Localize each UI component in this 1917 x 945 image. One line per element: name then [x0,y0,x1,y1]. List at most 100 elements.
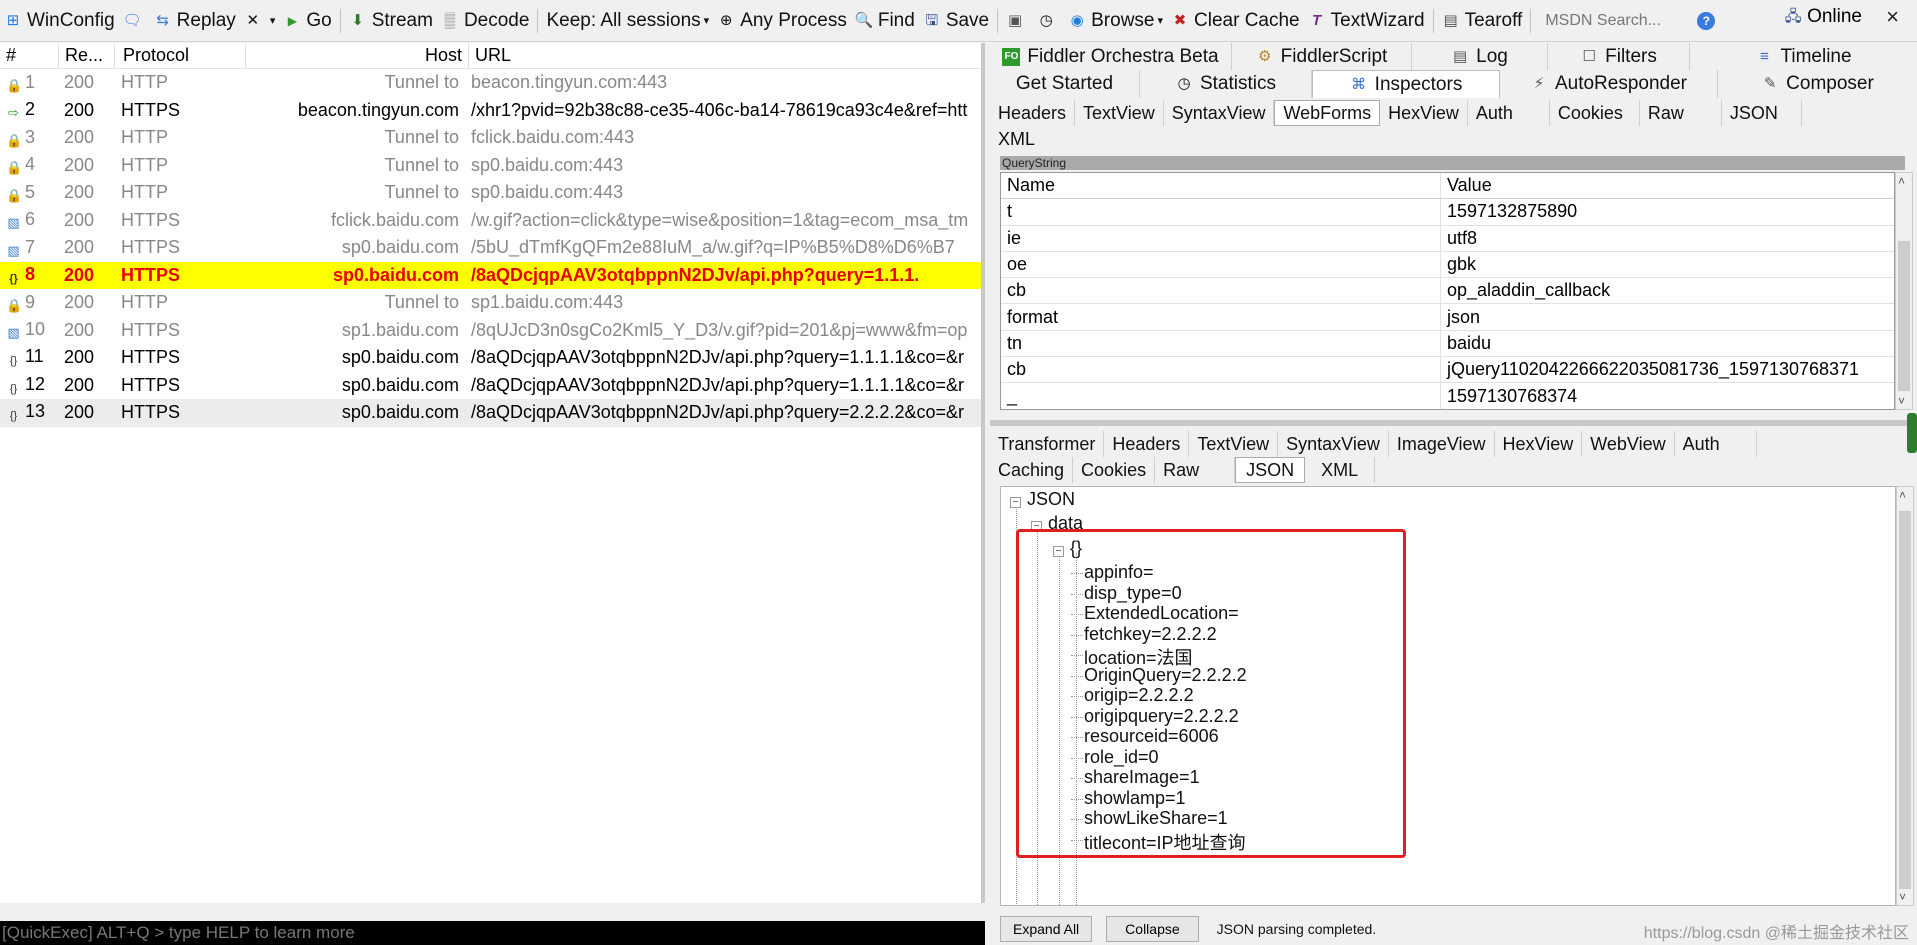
tab-fiddlerscript[interactable]: ⚙ FiddlerScript [1232,43,1412,70]
tab-autoresponder[interactable]: ⚡ AutoResponder [1500,70,1718,98]
response-tab-headers[interactable]: Headers [1104,431,1190,457]
response-tab-raw[interactable]: Raw [1155,457,1236,483]
request-tab-auth[interactable]: Auth [1468,100,1550,126]
request-tab-xml[interactable]: XML [990,126,1043,152]
session-row[interactable]: {} 13 200 HTTPS sp0.baidu.com/8aQDcjqpAAV3ot… [0,399,981,427]
querystring-row[interactable]: _ 1597130768374 [1001,383,1894,409]
splitter-grip[interactable] [1907,413,1917,453]
session-row[interactable]: ▧ 6 200 HTTPS fclick.baidu.com/w.gif?action=… [0,207,981,235]
quickexec-input[interactable]: [QuickExec] ALT+Q > type HELP to learn m… [0,921,985,945]
request-tab-json[interactable]: JSON [1722,100,1802,126]
collapse-button[interactable]: Collapse [1106,916,1199,942]
go-button[interactable]: ▶ Go [279,5,335,37]
querystring-row[interactable]: t 1597132875890 [1001,199,1894,226]
column-header-protocol[interactable]: Protocol [115,45,245,66]
querystring-row[interactable]: cb op_aladdin_callback [1001,278,1894,305]
replay-button[interactable]: ⇆ Replay [150,5,240,37]
querystring-row[interactable]: cb jQuery1102042266622035081736_159713076… [1001,357,1894,384]
winconfig-button[interactable]: ⊞ WinConfig [0,5,119,37]
column-header-host[interactable]: Host [246,45,468,66]
session-row[interactable]: {} 11 200 HTTPS sp0.baidu.com/8aQDcjqpAAV3ot… [0,344,981,372]
request-tab-hexview[interactable]: HexView [1380,100,1468,126]
tab-fiddler-orchestra[interactable]: FO Fiddler Orchestra Beta [990,43,1232,70]
request-tab-syntaxview[interactable]: SyntaxView [1164,100,1275,126]
column-header-name[interactable]: Name [1001,173,1441,199]
keep-sessions-dropdown[interactable]: Keep: All sessions ▾ [542,5,713,37]
column-header-number[interactable]: # [0,45,58,66]
column-header-result[interactable]: Re... [59,45,114,66]
response-tab-syntaxview[interactable]: SyntaxView [1278,431,1389,457]
response-tab-imageview[interactable]: ImageView [1389,431,1495,457]
decode-button[interactable]: ▒ Decode [437,5,534,37]
json-tree-scrollbar[interactable]: ˄ ˅ [1896,486,1914,906]
session-result: 200 [64,127,95,148]
session-row[interactable]: ▧ 10 200 HTTPS sp1.baidu.com/8qUJcD3n0sgCo2K… [0,317,981,345]
querystring-row[interactable]: tn baidu [1001,330,1894,358]
request-tab-webforms[interactable]: WebForms [1274,100,1381,126]
clear-cache-button[interactable]: ✖ Clear Cache [1167,5,1304,37]
querystring-row[interactable]: format json [1001,304,1894,331]
save-button[interactable]: 🖫 Save [919,5,993,37]
online-status[interactable]: 🖧 Online [1784,6,1862,28]
scrollbar-thumb[interactable] [1898,241,1910,391]
msdn-search-input[interactable]: MSDN Search... [1541,8,1691,34]
textwizard-button[interactable]: T TextWizard [1304,5,1429,37]
session-row[interactable]: {} 12 200 HTTPS sp0.baidu.com/8aQDcjqpAAV3ot… [0,372,981,400]
scroll-up-icon[interactable]: ˄ [1898,174,1905,188]
session-row[interactable]: 🔒 5 200 HTTP Tunnel to sp0.baidu.com:443 [0,179,981,207]
response-tab-json[interactable]: JSON [1235,457,1306,483]
scroll-up-icon[interactable]: ˄ [1899,488,1906,502]
timer-button[interactable]: ◷ [1033,5,1064,37]
session-row[interactable]: 🔒 9 200 HTTP Tunnel to sp1.baidu.com:443 [0,289,981,317]
tab-log[interactable]: ▤ Log [1412,43,1548,70]
help-icon[interactable]: ? [1697,11,1716,30]
tearoff-button[interactable]: ▤ Tearoff [1438,5,1527,37]
response-tab-hexview[interactable]: HexView [1495,431,1583,457]
session-row[interactable]: 🔒 4 200 HTTP Tunnel to sp0.baidu.com:443 [0,152,981,180]
stream-button[interactable]: ⬇ Stream [345,5,437,37]
request-tab-headers[interactable]: Headers [990,100,1076,126]
response-tab-caching[interactable]: Caching [990,457,1074,483]
scroll-down-icon[interactable]: ˅ [1898,394,1905,408]
session-row[interactable]: ▧ 7 200 HTTPS sp0.baidu.com/5bU_dTmfKgQFm2e8… [0,234,981,262]
tab-composer[interactable]: ✎ Composer [1718,70,1917,98]
response-tab-transformer[interactable]: Transformer [990,431,1105,457]
close-icon[interactable]: × [1886,4,1899,30]
response-tab-cookies[interactable]: Cookies [1073,457,1156,483]
browse-button[interactable]: ◉ Browse ▾ [1064,5,1167,37]
session-row[interactable]: ⇨ 2 200 HTTPS beacon.tingyun.com/xhr1?pvid=9… [0,97,981,125]
scroll-down-icon[interactable]: ˅ [1899,890,1906,904]
remove-button[interactable]: ✕ ▾ [240,5,280,37]
response-tab-webview[interactable]: WebView [1582,431,1675,457]
pane-splitter[interactable] [990,420,1917,426]
collapse-toggle-icon[interactable]: − [1010,497,1021,508]
column-header-value[interactable]: Value [1441,173,1894,198]
column-header-url[interactable]: URL [469,45,981,66]
querystring-row[interactable]: ie utf8 [1001,225,1894,252]
tab-statistics[interactable]: ◷ Statistics [1140,70,1312,98]
querystring-scrollbar[interactable]: ˄ ˅ [1895,172,1913,410]
session-protocol: HTTP [121,154,168,175]
json-root-node[interactable]: JSON [1027,489,1075,510]
expand-all-button[interactable]: Expand All [1000,916,1093,942]
session-row[interactable]: 🔒 1 200 HTTP Tunnel to beacon.tingyun.com:443 [0,69,981,97]
comment-button[interactable]: 🗨 [119,5,150,37]
find-button[interactable]: 🔍 Find [851,5,919,37]
response-tab-auth[interactable]: Auth [1675,431,1757,457]
response-tab-textview[interactable]: TextView [1189,431,1279,457]
session-row[interactable]: 🔒 3 200 HTTP Tunnel to fclick.baidu.com:443 [0,124,981,152]
request-tab-raw[interactable]: Raw [1640,100,1722,126]
request-tab-textview[interactable]: TextView [1075,100,1164,126]
tab-inspectors[interactable]: ⌘ Inspectors [1312,70,1500,98]
response-tab-xml[interactable]: XML [1305,457,1376,483]
log-icon: ▤ [1453,47,1468,65]
process-filter-button[interactable]: ⊕ Any Process [713,5,851,37]
tab-get-started[interactable]: Get Started [990,70,1140,98]
tab-filters[interactable]: ☐ Filters [1548,43,1690,70]
session-row[interactable]: {} 8 200 HTTPS sp0.baidu.com/8aQDcjqpAAV3otq… [0,261,981,289]
scrollbar-thumb[interactable] [1899,511,1911,889]
request-tab-cookies[interactable]: Cookies [1550,100,1640,126]
tab-timeline[interactable]: ≡ Timeline [1690,43,1917,70]
screenshot-button[interactable]: ▣ [1002,5,1033,37]
querystring-row[interactable]: oe gbk [1001,251,1894,279]
